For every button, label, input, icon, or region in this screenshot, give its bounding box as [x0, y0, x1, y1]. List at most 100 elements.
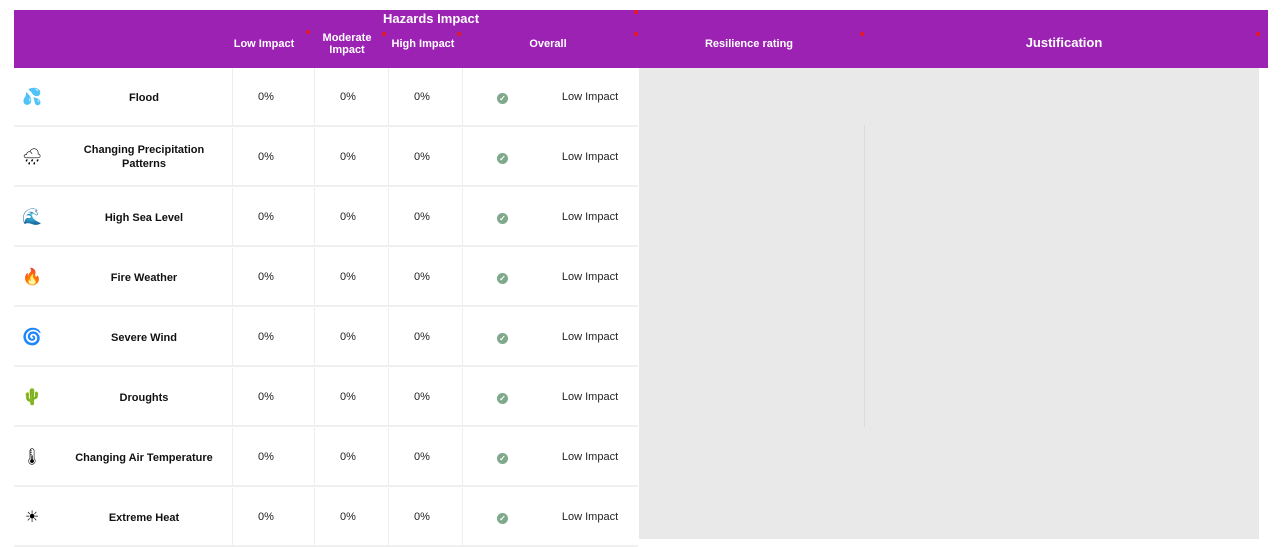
sea-wave-icon: 🌊 — [22, 209, 42, 226]
hazard-name: Changing Air Temperature — [64, 451, 224, 465]
table-row: 🌧 Changing Precipitation Patterns 0% 0% 0% ✓ Lo… — [14, 128, 638, 187]
column-divider — [232, 488, 233, 546]
column-divider — [314, 488, 315, 546]
column-divider — [462, 68, 463, 126]
column-divider — [388, 248, 389, 306]
low-impact-value: 0% — [258, 91, 274, 103]
table-row: 🌀 Severe Wind 0% 0% 0% ✓ Low Impact — [14, 308, 638, 367]
column-divider — [462, 428, 463, 486]
row-divider — [14, 185, 638, 187]
sort-marker — [382, 32, 386, 36]
rain-cloud-icon: 🌧 — [21, 149, 43, 166]
table-row: ☀ Extreme Heat 0% 0% 0% ✓ Low Impact — [14, 488, 638, 547]
sort-marker — [860, 32, 864, 36]
column-divider — [314, 248, 315, 306]
column-divider — [314, 128, 315, 186]
hazard-name-line1: Flood — [129, 92, 159, 104]
high-impact-value: 0% — [414, 91, 430, 103]
column-divider — [864, 125, 865, 427]
high-impact-value: 0% — [414, 271, 430, 283]
thermometer-icon: 🌡 — [21, 449, 43, 466]
header-moderate-line2: Impact — [329, 44, 365, 56]
column-divider — [462, 488, 463, 546]
overall-value: Low Impact — [561, 451, 619, 463]
column-divider — [388, 368, 389, 426]
column-divider — [232, 308, 233, 366]
sort-marker — [1256, 32, 1260, 36]
low-impact-value: 0% — [258, 211, 274, 223]
low-impact-value: 0% — [258, 331, 274, 343]
row-divider — [14, 365, 638, 367]
cactus-icon: 🌵 — [22, 389, 42, 406]
overall-value: Low Impact — [561, 91, 619, 103]
status-check-icon: ✓ — [497, 393, 508, 404]
hazard-name: Extreme Heat — [64, 511, 224, 525]
column-divider — [462, 308, 463, 366]
overall-value: Low Impact — [561, 511, 619, 523]
hazard-name: Flood — [64, 91, 224, 105]
header-moderate-impact: Moderate Impact — [314, 32, 380, 56]
status-check-icon: ✓ — [497, 93, 508, 104]
hazard-name: Severe Wind — [64, 331, 224, 345]
status-check-icon: ✓ — [497, 513, 508, 524]
hazard-name-line1: Extreme Heat — [108, 512, 180, 524]
table-row: 💦 Flood 0% 0% 0% ✓ Low Impact — [14, 68, 638, 127]
column-divider — [314, 188, 315, 246]
hazard-name: Fire Weather — [64, 271, 224, 285]
moderate-impact-value: 0% — [340, 331, 356, 343]
column-divider — [314, 308, 315, 366]
moderate-impact-value: 0% — [340, 151, 356, 163]
overall-value: Low Impact — [561, 391, 619, 403]
high-impact-value: 0% — [414, 211, 430, 223]
hazard-name-line1: Changing Air Temperature — [75, 452, 213, 464]
hazard-name-line2: Patterns — [121, 158, 167, 170]
row-divider — [14, 245, 638, 247]
column-divider — [314, 68, 315, 126]
row-divider — [14, 305, 638, 307]
high-impact-value: 0% — [414, 511, 430, 523]
header-justification: Justification — [1025, 35, 1103, 50]
hazard-name: Changing Precipitation Patterns — [64, 143, 224, 171]
column-divider — [232, 188, 233, 246]
header-resilience-rating: Resilience rating — [704, 38, 794, 50]
row-divider — [14, 485, 638, 487]
hazard-name-line1: Changing Precipitation — [83, 144, 205, 156]
status-check-icon: ✓ — [497, 153, 508, 164]
table-header: Hazards Impact Low Impact Moderate Impac… — [14, 10, 1268, 68]
moderate-impact-value: 0% — [340, 391, 356, 403]
sun-icon: ☀ — [24, 509, 40, 526]
moderate-impact-value: 0% — [340, 451, 356, 463]
resilience-justification-area[interactable] — [639, 68, 1259, 539]
row-divider — [14, 125, 638, 127]
low-impact-value: 0% — [258, 271, 274, 283]
moderate-impact-value: 0% — [340, 271, 356, 283]
header-moderate-line1: Moderate — [322, 32, 372, 44]
column-divider — [462, 188, 463, 246]
sort-marker — [457, 32, 461, 36]
overall-value: Low Impact — [561, 151, 619, 163]
water-drops-icon: 💦 — [22, 89, 42, 106]
column-divider — [388, 428, 389, 486]
high-impact-value: 0% — [414, 151, 430, 163]
column-divider — [314, 428, 315, 486]
column-divider — [232, 368, 233, 426]
status-check-icon: ✓ — [497, 453, 508, 464]
status-check-icon: ✓ — [497, 213, 508, 224]
header-low-impact: Low Impact — [233, 38, 295, 50]
sort-marker — [634, 32, 638, 36]
moderate-impact-value: 0% — [340, 211, 356, 223]
column-divider — [388, 68, 389, 126]
hazard-name: Droughts — [64, 391, 224, 405]
row-divider — [14, 425, 638, 427]
header-overall: Overall — [529, 38, 567, 50]
hazard-name-line1: Fire Weather — [110, 272, 178, 284]
hazard-name: High Sea Level — [64, 211, 224, 225]
sort-marker — [306, 30, 310, 34]
status-check-icon: ✓ — [497, 273, 508, 284]
column-divider — [232, 428, 233, 486]
hazard-name-line1: High Sea Level — [104, 212, 184, 224]
overall-value: Low Impact — [561, 211, 619, 223]
table-row: 🌊 High Sea Level 0% 0% 0% ✓ Low Impact — [14, 188, 638, 247]
high-impact-value: 0% — [414, 391, 430, 403]
overall-value: Low Impact — [561, 271, 619, 283]
